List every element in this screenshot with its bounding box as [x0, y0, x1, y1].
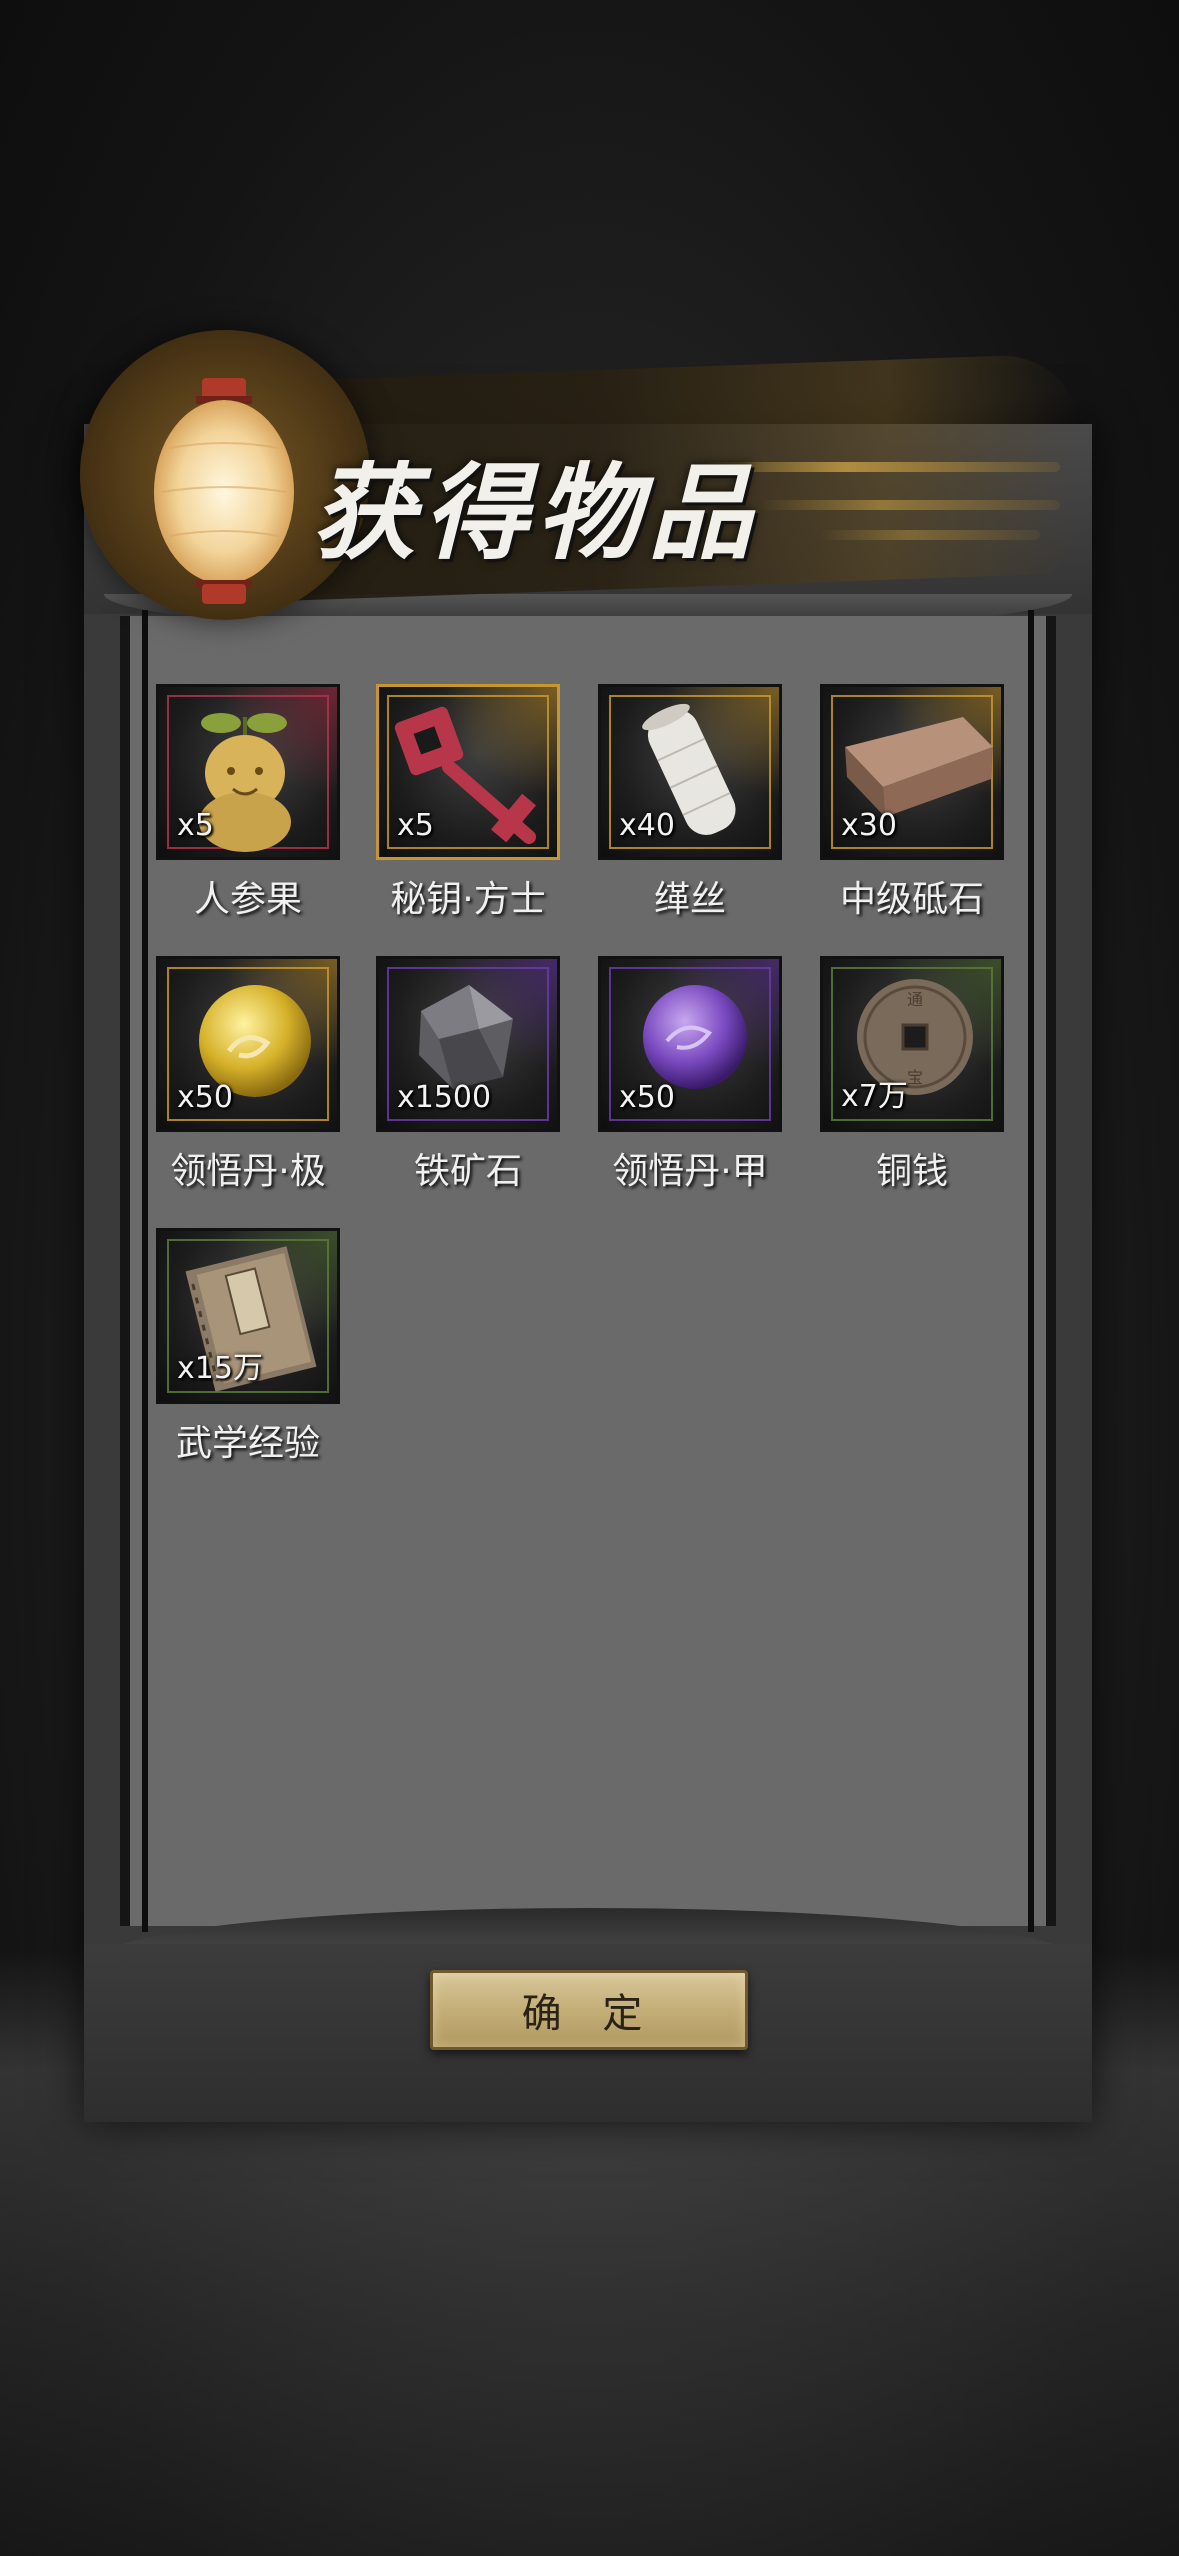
item-name: 领悟丹·极	[170, 1151, 326, 1192]
item-card[interactable]: 通 宝 x7万	[820, 956, 1004, 1132]
reward-item[interactable]: x50 领悟丹·极	[156, 956, 340, 1194]
item-quantity: x5	[397, 808, 434, 843]
item-card[interactable]: x15万	[156, 1228, 340, 1404]
item-name: 人参果	[193, 879, 302, 920]
svg-text:宝: 宝	[907, 1068, 923, 1087]
item-card[interactable]: x30	[820, 684, 1004, 860]
ink-streak	[760, 500, 1060, 510]
item-quantity: x5	[177, 808, 214, 843]
item-quantity: x7万	[841, 1079, 908, 1114]
item-quantity: x30	[841, 808, 897, 843]
item-card[interactable]: x5	[376, 684, 560, 860]
item-name: 武学经验	[175, 1423, 320, 1464]
reward-item[interactable]: x5 秘钥·方士	[376, 684, 560, 922]
item-quantity: x1500	[397, 1080, 492, 1115]
dialog-title: 获得物品	[312, 451, 761, 574]
item-name: 铁矿石	[413, 1151, 522, 1192]
item-quantity: x15万	[177, 1351, 263, 1386]
item-card[interactable]: x50	[156, 956, 340, 1132]
reward-item[interactable]: 通 宝 x7万 铜钱	[820, 956, 1004, 1194]
reward-item[interactable]: x50 领悟丹·甲	[598, 956, 782, 1194]
confirm-button[interactable]: 确 定	[430, 1970, 748, 2050]
item-quantity: x50	[619, 1080, 675, 1115]
item-name: 缂丝	[653, 879, 726, 920]
item-quantity: x40	[619, 808, 675, 843]
item-quantity: x50	[177, 1080, 233, 1115]
reward-item[interactable]: x30 中级砥石	[820, 684, 1004, 922]
ink-streak	[820, 530, 1040, 540]
item-card[interactable]: x5	[156, 684, 340, 860]
item-card[interactable]: x40	[598, 684, 782, 860]
reward-item[interactable]: x1500 铁矿石	[376, 956, 560, 1194]
lantern-icon	[154, 378, 294, 604]
item-card[interactable]: x1500	[376, 956, 560, 1132]
svg-text:通: 通	[907, 990, 923, 1009]
reward-item[interactable]: x5 人参果	[156, 684, 340, 922]
item-name: 领悟丹·甲	[612, 1151, 768, 1192]
item-card[interactable]: x50	[598, 956, 782, 1132]
item-name: 中级砥石	[839, 879, 984, 920]
reward-item[interactable]: x15万 武学经验	[156, 1228, 340, 1466]
item-name: 秘钥·方士	[390, 879, 546, 920]
item-name: 铜钱	[875, 1151, 948, 1192]
reward-item[interactable]: x40 缂丝	[598, 684, 782, 922]
